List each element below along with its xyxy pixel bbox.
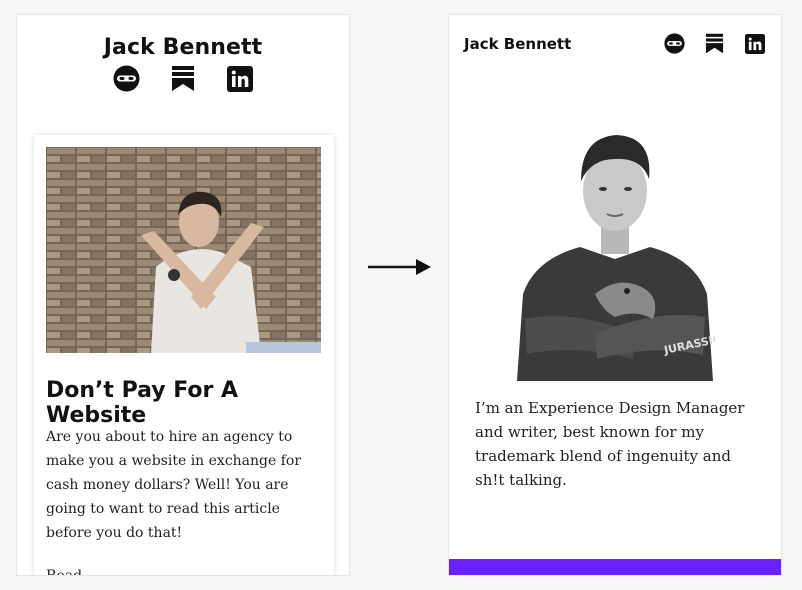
bookmark-icon[interactable] [704, 33, 725, 54]
before-mobile-view: Jack Bennett Don’t Pay For A Website Are… [16, 14, 350, 576]
social-icons [664, 33, 765, 54]
after-mobile-view: Jack Bennett JURASSIC I’m an Experience … [448, 14, 782, 576]
profile-portrait: JURASSIC [517, 135, 715, 381]
bio-text: I’m an Experience Design Manager and wri… [475, 399, 745, 489]
accent-footer-bar [449, 559, 781, 575]
site-name[interactable]: Jack Bennett [464, 35, 571, 53]
linkedin-icon[interactable] [744, 33, 765, 54]
comparison-stage: Jack Bennett Don’t Pay For A Website Are… [0, 0, 802, 590]
social-icons [17, 65, 349, 92]
linkedin-icon[interactable] [227, 65, 254, 92]
article-excerpt: Are you about to hire an agency to make … [46, 429, 302, 541]
bookmark-icon[interactable] [170, 65, 197, 92]
article-title[interactable]: Don’t Pay For A Website [46, 378, 326, 428]
ninja-icon[interactable] [664, 33, 685, 54]
article-card[interactable]: Don’t Pay For A Website Are you about to… [34, 135, 334, 575]
arrow-right-icon [368, 259, 431, 275]
ninja-icon[interactable] [113, 65, 140, 92]
site-name[interactable]: Jack Bennett [17, 35, 349, 60]
article-image [46, 147, 321, 353]
read-more-link[interactable]: Read... [46, 568, 96, 575]
